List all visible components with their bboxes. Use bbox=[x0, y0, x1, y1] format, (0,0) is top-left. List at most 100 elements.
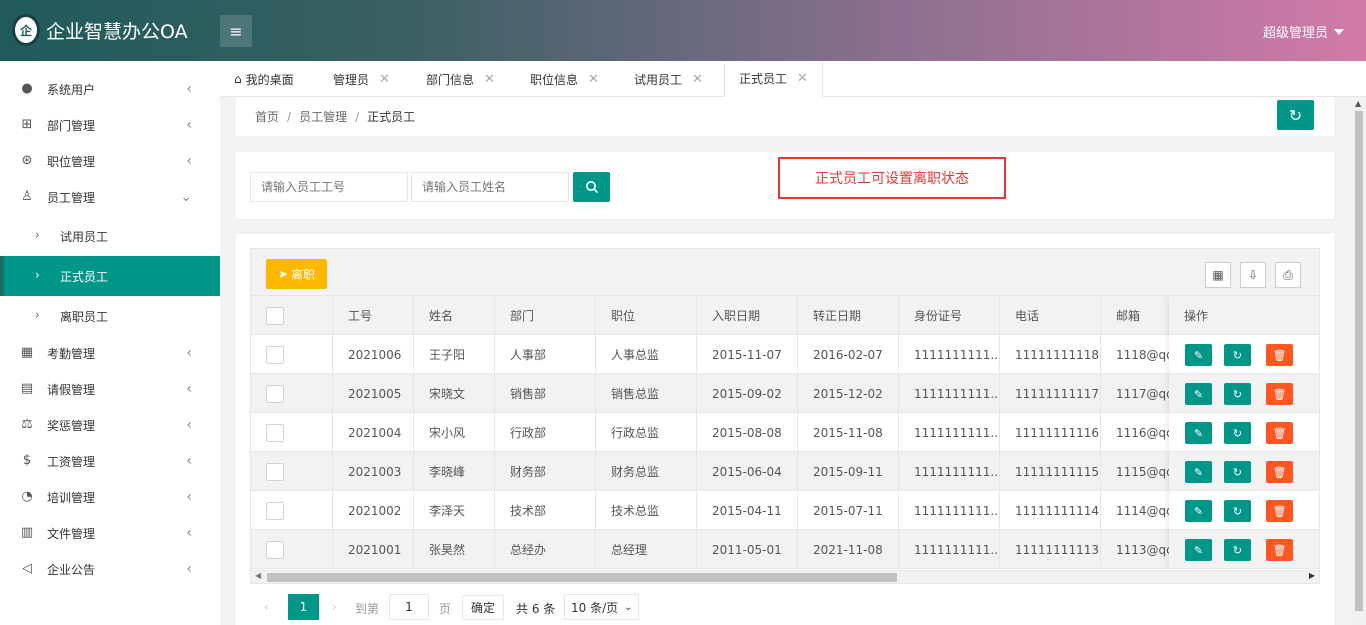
chevron-right-icon: › bbox=[35, 228, 40, 242]
reset-button[interactable]: ↻ bbox=[1224, 461, 1251, 483]
reset-button[interactable]: ↻ bbox=[1224, 500, 1251, 522]
reset-button[interactable]: ↻ bbox=[1224, 344, 1251, 366]
row-checkbox[interactable] bbox=[266, 540, 284, 559]
columns-icon[interactable]: ▦ bbox=[1205, 262, 1231, 288]
sidebar-item-files[interactable]: ▥ 文件管理 ‹ bbox=[0, 515, 220, 551]
sidebar-item-salary[interactable]: $ 工资管理 ‹ bbox=[0, 443, 220, 479]
breadcrumb-home[interactable]: 首页 bbox=[255, 110, 279, 124]
row-checkbox[interactable] bbox=[266, 384, 284, 403]
close-icon[interactable]: ✕ bbox=[692, 72, 703, 87]
delete-button[interactable]: 🗑 bbox=[1266, 383, 1293, 405]
close-icon[interactable]: ✕ bbox=[797, 71, 808, 86]
goto-confirm-button[interactable]: 确定 bbox=[462, 595, 504, 620]
sidebar-item-label: 部门管理 bbox=[47, 118, 96, 133]
hamburger-icon[interactable]: ≡ bbox=[220, 15, 252, 47]
table-row: 2021006 王子阳 人事部 人事总监 2015-11-07 2016-02-… bbox=[251, 335, 1319, 374]
employee-name-input[interactable] bbox=[411, 172, 569, 202]
sidebar-item-system-users[interactable]: ● 系统用户 ‹ bbox=[0, 71, 220, 107]
column-header[interactable]: 姓名 bbox=[413, 296, 494, 335]
close-icon[interactable]: ✕ bbox=[379, 72, 390, 87]
column-header[interactable]: 电话 bbox=[999, 296, 1100, 335]
id-card-cell: 1111111111... bbox=[898, 491, 999, 530]
edit-button[interactable]: ✎ bbox=[1185, 383, 1212, 405]
scrollbar-thumb[interactable] bbox=[267, 573, 897, 582]
regular-date-cell: 2016-02-07 bbox=[797, 335, 898, 374]
column-header[interactable]: 身份证号 bbox=[898, 296, 999, 335]
delete-button[interactable]: 🗑 bbox=[1266, 422, 1293, 444]
tab-departments[interactable]: 部门信息 ✕ bbox=[426, 61, 495, 97]
tab-desktop[interactable]: ⌂ 我的桌面 bbox=[234, 61, 294, 97]
print-icon[interactable]: ⎙ bbox=[1275, 262, 1301, 288]
sidebar-item-attendance[interactable]: ▦ 考勤管理 ‹ bbox=[0, 335, 220, 371]
prev-page-icon[interactable]: ‹ bbox=[264, 600, 269, 614]
delete-button[interactable]: 🗑 bbox=[1266, 539, 1293, 561]
scroll-up-icon[interactable]: ▲ bbox=[1355, 99, 1361, 108]
reset-button[interactable]: ↻ bbox=[1224, 539, 1251, 561]
phone-cell: 11111111113 bbox=[999, 530, 1100, 569]
user-menu[interactable]: 超级管理员 bbox=[1263, 22, 1344, 41]
tab-positions[interactable]: 职位信息 ✕ bbox=[530, 61, 599, 97]
app-logo[interactable]: 企 企业智慧办公OA bbox=[12, 14, 188, 46]
edit-button[interactable]: ✎ bbox=[1185, 422, 1212, 444]
column-header[interactable]: 转正日期 bbox=[797, 296, 898, 335]
refresh-button[interactable]: ↻ bbox=[1277, 100, 1314, 130]
vertical-scrollbar[interactable]: ▲ bbox=[1353, 97, 1366, 625]
breadcrumb-parent[interactable]: 员工管理 bbox=[299, 110, 347, 124]
row-checkbox[interactable] bbox=[266, 462, 284, 481]
table-row: 2021002 李泽天 技术部 技术总监 2015-04-11 2015-07-… bbox=[251, 491, 1319, 530]
sidebar: ● 系统用户 ‹ ⊞ 部门管理 ‹ ⊛ 职位管理 ‹ ♙ 员工管理 ⌄ › 试用… bbox=[0, 61, 220, 625]
employee-id-input[interactable] bbox=[250, 172, 408, 202]
delete-button[interactable]: 🗑 bbox=[1266, 500, 1293, 522]
scroll-right-icon[interactable]: ▶ bbox=[1309, 571, 1315, 580]
delete-button[interactable]: 🗑 bbox=[1266, 461, 1293, 483]
edit-button[interactable]: ✎ bbox=[1185, 461, 1212, 483]
current-page-button[interactable]: 1 bbox=[288, 594, 319, 620]
edit-button[interactable]: ✎ bbox=[1185, 344, 1212, 366]
scrollbar-thumb[interactable] bbox=[1355, 111, 1363, 611]
tab-probation[interactable]: 试用员工 ✕ bbox=[634, 61, 703, 97]
tab-regular[interactable]: 正式员工 ✕ bbox=[724, 61, 823, 97]
column-header[interactable]: 部门 bbox=[494, 296, 595, 335]
hire-date-cell: 2015-04-11 bbox=[696, 491, 797, 530]
sidebar-item-employees[interactable]: ♙ 员工管理 ⌄ bbox=[0, 179, 220, 215]
row-checkbox[interactable] bbox=[266, 501, 284, 520]
page-number-input[interactable]: 1 bbox=[389, 594, 429, 620]
export-icon[interactable]: ⇩ bbox=[1240, 262, 1266, 288]
search-button[interactable] bbox=[573, 172, 610, 202]
sidebar-subitem-label: 正式员工 bbox=[60, 270, 109, 284]
scroll-left-icon[interactable]: ◀ bbox=[255, 571, 261, 580]
sidebar-item-departments[interactable]: ⊞ 部门管理 ‹ bbox=[0, 107, 220, 143]
employee-table-card: ➤ 离职 ▦ ⇩ ⎙ 工号 姓名 部门 职位 入职日期 转正日期 身份证号 电话… bbox=[236, 234, 1334, 625]
table-header-row: 工号 姓名 部门 职位 入职日期 转正日期 身份证号 电话 邮箱 bbox=[251, 296, 1319, 335]
hire-date-cell: 2015-08-08 bbox=[696, 413, 797, 452]
resign-button[interactable]: ➤ 离职 bbox=[266, 259, 327, 289]
edit-button[interactable]: ✎ bbox=[1185, 500, 1212, 522]
column-header[interactable]: 工号 bbox=[332, 296, 413, 335]
sidebar-subitem-regular[interactable]: › 正式员工 bbox=[0, 256, 220, 296]
refresh-icon: ↻ bbox=[1232, 387, 1243, 401]
reset-button[interactable]: ↻ bbox=[1224, 422, 1251, 444]
horizontal-scrollbar[interactable]: ◀ ▶ bbox=[250, 570, 1320, 584]
delete-button[interactable]: 🗑 bbox=[1266, 344, 1293, 366]
next-page-icon[interactable]: › bbox=[332, 600, 337, 614]
sidebar-item-training[interactable]: ◔ 培训管理 ‹ bbox=[0, 479, 220, 515]
edit-button[interactable]: ✎ bbox=[1185, 539, 1212, 561]
select-all-checkbox[interactable] bbox=[266, 306, 284, 325]
close-icon[interactable]: ✕ bbox=[588, 72, 599, 87]
close-icon[interactable]: ✕ bbox=[484, 72, 495, 87]
column-header[interactable]: 入职日期 bbox=[696, 296, 797, 335]
row-checkbox[interactable] bbox=[266, 345, 284, 364]
sidebar-subitem-probation[interactable]: › 试用员工 bbox=[0, 216, 220, 256]
page-size-select[interactable]: 10 条/页 ⌄ bbox=[564, 594, 639, 620]
sidebar-item-positions[interactable]: ⊛ 职位管理 ‹ bbox=[0, 143, 220, 179]
sidebar-subitem-resigned[interactable]: › 离职员工 bbox=[0, 296, 220, 336]
reset-button[interactable]: ↻ bbox=[1224, 383, 1251, 405]
sidebar-item-announcements[interactable]: ◁ 企业公告 ‹ bbox=[0, 551, 220, 587]
tab-admins[interactable]: 管理员 ✕ bbox=[333, 61, 390, 97]
sidebar-item-leave[interactable]: ▤ 请假管理 ‹ bbox=[0, 371, 220, 407]
column-header[interactable]: 职位 bbox=[595, 296, 696, 335]
sidebar-item-rewards[interactable]: ⚖ 奖惩管理 ‹ bbox=[0, 407, 220, 443]
employee-id-cell: 2021002 bbox=[332, 491, 413, 530]
row-checkbox[interactable] bbox=[266, 423, 284, 442]
pencil-icon: ✎ bbox=[1193, 387, 1204, 401]
